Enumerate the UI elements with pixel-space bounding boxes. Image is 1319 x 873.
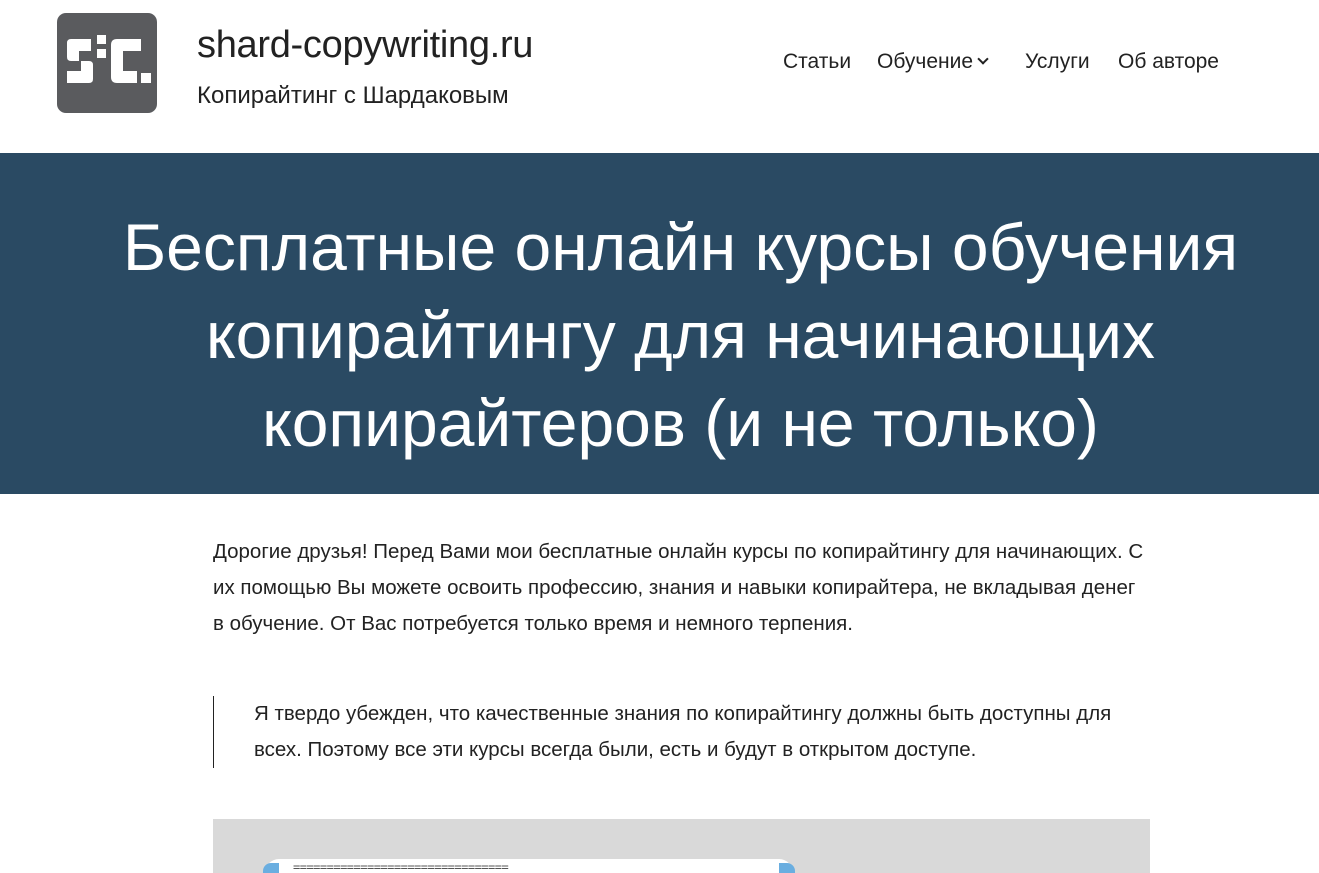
nav-item-about[interactable]: Об авторе bbox=[1118, 50, 1219, 74]
card-right-edge bbox=[779, 863, 795, 873]
main-nav: Статьи Обучение Услуги Об авторе bbox=[0, 50, 1319, 80]
embedded-image: ================================ bbox=[213, 819, 1150, 873]
nav-item-label: Услуги bbox=[1025, 50, 1090, 73]
page-title: Бесплатные онлайн курсы обучения копирай… bbox=[122, 210, 1239, 460]
nav-item-services[interactable]: Услуги bbox=[1025, 50, 1090, 74]
image-card: ================================ bbox=[263, 859, 795, 873]
nav-item-label: Статьи bbox=[783, 50, 852, 73]
card-text-line: ================================ bbox=[293, 860, 509, 873]
intro-paragraph: Дорогие друзья! Перед Вами мои бесплатны… bbox=[213, 540, 1144, 635]
nav-item-label: Обучение bbox=[877, 50, 974, 73]
nav-item-articles[interactable]: Статьи bbox=[783, 50, 851, 74]
card-left-edge bbox=[263, 863, 279, 873]
site-tagline: Копирайтинг с Шардаковым bbox=[197, 82, 509, 109]
nav-item-learning[interactable]: Обучение bbox=[877, 50, 989, 74]
hero-banner: Бесплатные онлайн курсы обучения копирай… bbox=[0, 153, 1319, 494]
site-header: shard-copywriting.ru Копирайтинг с Шарда… bbox=[0, 0, 1319, 153]
article-content: Дорогие друзья! Перед Вами мои бесплатны… bbox=[213, 534, 1150, 768]
chevron-down-icon bbox=[977, 53, 989, 65]
blockquote: Я твердо убежден, что качественные знани… bbox=[213, 696, 1150, 768]
nav-item-label: Об авторе bbox=[1118, 50, 1219, 73]
